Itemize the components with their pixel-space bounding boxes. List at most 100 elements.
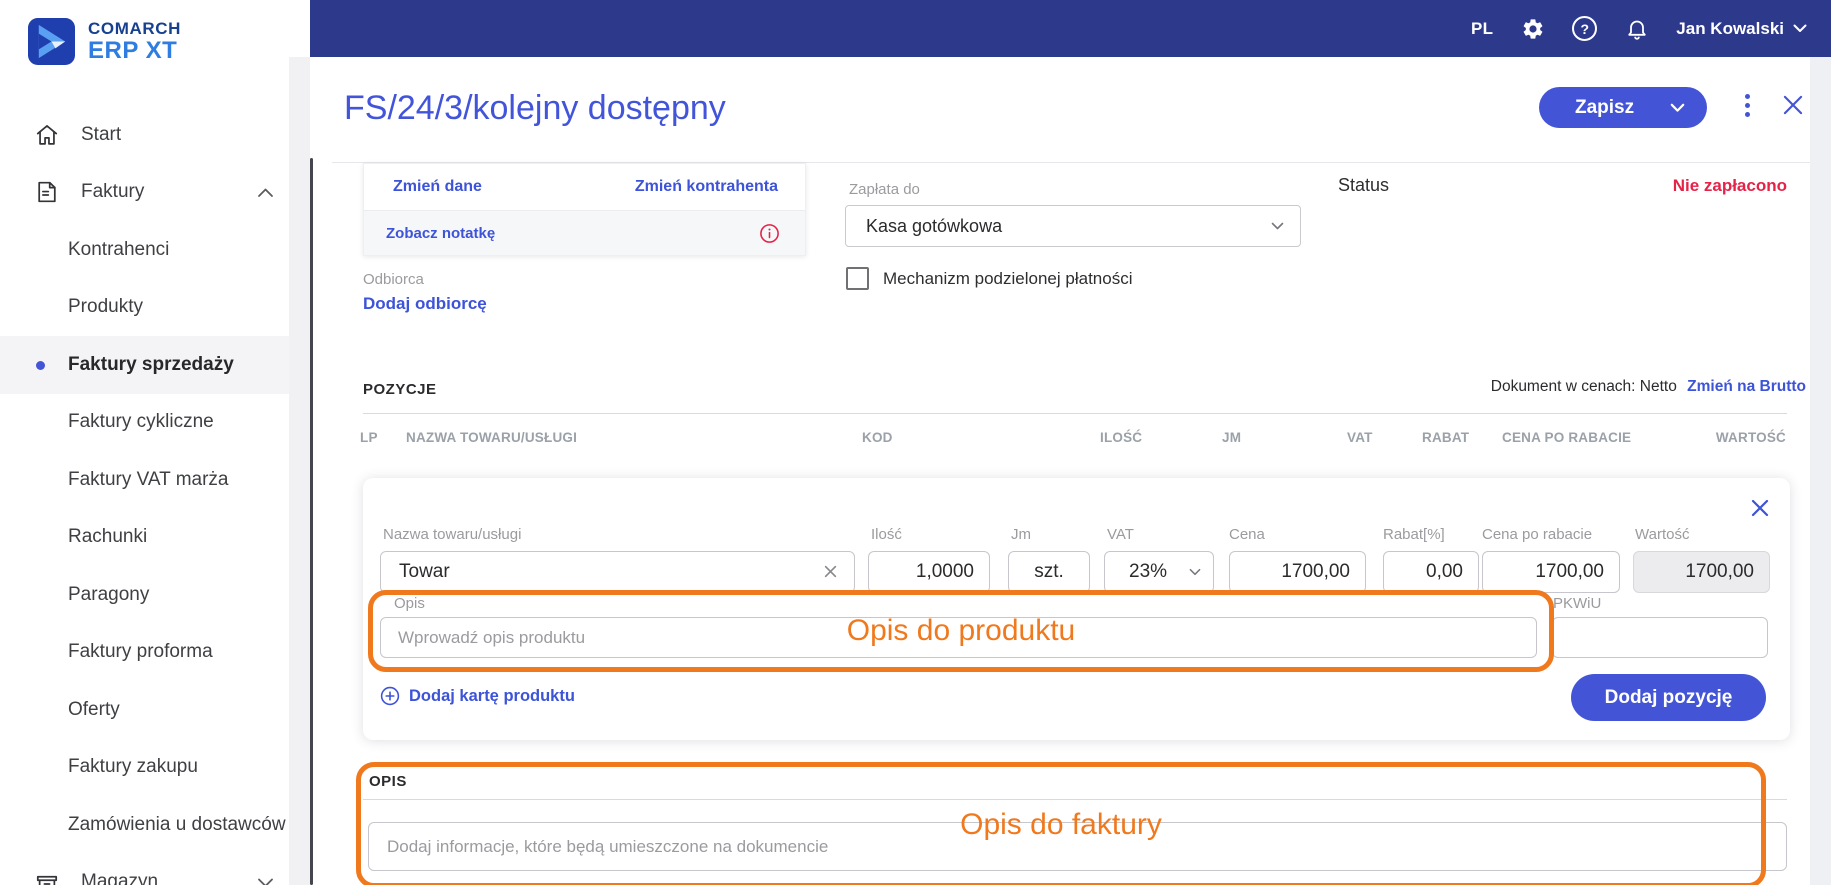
split-payment-label: Mechanizm podzielonej płatności [883,268,1133,288]
split-payment-row: Mechanizm podzielonej płatności [846,267,1132,290]
sidebar-item-label: Faktury zakupu [68,756,198,778]
price-input[interactable] [1229,551,1366,593]
help-icon[interactable] [1572,16,1598,41]
sidebar-item-magazyn[interactable]: Magazyn [0,854,290,885]
col-vat: VAT [1347,430,1373,445]
col-kod: KOD [862,430,893,445]
status-label: Status [1338,175,1390,195]
pkwiu-label: PKWiU [1553,595,1602,612]
user-menu[interactable]: Jan Kowalski [1676,19,1807,39]
chevron-up-icon[interactable] [257,187,274,198]
sidebar-item-faktury[interactable]: Faktury [0,164,290,222]
sidebar-nav: Start Faktury Kontrahenci Produkty Faktu… [0,106,290,885]
col-rabat: RABAT [1422,430,1470,445]
comarch-logo-icon [28,18,75,65]
qty-label: Ilość [871,526,902,543]
description-heading: OPIS [369,773,407,790]
quantity-input[interactable] [868,551,990,593]
active-item-dot [36,360,45,370]
status-badge: Nie zapłacono [1672,176,1787,195]
main-scrollbar-track [1810,57,1831,885]
close-icon[interactable] [1748,496,1772,520]
chevron-down-icon [1189,568,1201,576]
sidebar-item-produkty[interactable]: Produkty [0,279,290,337]
user-name: Jan Kowalski [1676,18,1784,38]
sidebar-item-label: Faktury cykliczne [68,411,214,433]
add-product-card-link[interactable]: Dodaj kartę produktu [380,686,575,706]
contractor-card: Zmień dane Zmień kontrahenta Zobacz nota… [363,163,806,256]
add-position-button[interactable]: Dodaj pozycję [1571,674,1766,721]
sidebar-item-zamowienia-u-dostawcow[interactable]: Zamówienia u dostawców [0,796,290,854]
sidebar-item-faktury-sprzedazy[interactable]: Faktury sprzedaży [0,336,290,394]
item-entry-card: Nazwa towaru/usługi Ilość Jm VAT Cena Ra… [363,478,1790,740]
circle-plus-icon [380,686,400,706]
gear-icon[interactable] [1520,16,1545,41]
change-to-gross-link[interactable]: Zmień na Brutto [1687,378,1806,395]
add-recipient-link[interactable]: Dodaj odbiorcę [363,294,487,314]
price-label: Cena [1229,526,1265,543]
unit-input[interactable] [1008,551,1090,593]
sidebar-item-oferty[interactable]: Oferty [0,681,290,739]
add-position-label: Dodaj pozycję [1604,686,1733,708]
app-window: PL Jan Kowalski COMARCH ERP XT [0,0,1831,885]
payment-due-value: Kasa gotówkowa [866,215,1003,236]
chevron-down-icon [1271,222,1284,230]
sidebar-item-label: Faktury proforma [68,641,213,663]
pkwiu-input[interactable] [1552,617,1768,658]
sidebar-item-start[interactable]: Start [0,106,290,164]
clear-icon[interactable] [823,564,838,579]
sidebar-item-kontrahenci[interactable]: Kontrahenci [0,221,290,279]
price-after-discount-input[interactable] [1482,551,1620,593]
product-name-input[interactable] [380,551,855,593]
discount-label: Rabat[%] [1383,526,1445,543]
language-selector[interactable]: PL [1471,19,1493,39]
sidebar-item-faktury-proforma[interactable]: Faktury proforma [0,624,290,682]
kebab-menu-icon[interactable] [1737,94,1757,124]
chevron-down-icon[interactable] [257,877,274,885]
product-desc-input[interactable] [380,617,1537,658]
discount-input[interactable] [1383,551,1479,593]
change-contractor-link[interactable]: Zmień kontrahenta [635,178,778,196]
topbar: PL Jan Kowalski [310,0,1831,57]
positions-divider [363,413,1787,414]
sidebar-item-label: Faktury sprzedaży [68,353,234,375]
comarch-logo[interactable]: COMARCH ERP XT [28,18,181,65]
col-lp: LP [360,430,378,445]
see-note-link[interactable]: Zobacz notatkę [386,225,495,242]
split-payment-checkbox[interactable] [846,267,869,290]
sidebar-scrollbar-thumb[interactable] [310,158,313,885]
description-divider [363,799,1787,800]
vat-select[interactable]: 23% [1104,551,1214,593]
sidebar-item-faktury-vat-marza[interactable]: Faktury VAT marża [0,451,290,509]
positions-heading: POZYCJE [363,381,437,398]
info-icon[interactable] [759,223,780,244]
sidebar-item-rachunki[interactable]: Rachunki [0,509,290,567]
col-wartosc: WARTOŚĆ [1715,430,1786,445]
invoice-description-input[interactable] [368,822,1787,871]
document-pricing: Dokument w cenach: Netto Zmień na Brutto [1491,378,1806,396]
close-icon[interactable] [1779,91,1809,121]
sidebar-item-paragony[interactable]: Paragony [0,566,290,624]
sidebar-item-faktury-cykliczne[interactable]: Faktury cykliczne [0,394,290,452]
payment-due-select[interactable]: Kasa gotówkowa [845,205,1301,247]
sidebar-item-label: Rachunki [68,526,148,548]
logo-product: ERP XT [88,37,178,64]
col-jm: JM [1222,430,1242,445]
col-ilosc: ILOŚĆ [1100,430,1143,445]
bell-icon[interactable] [1624,16,1649,41]
invoice-icon [34,179,60,205]
sidebar-item-label: Faktury [81,181,145,203]
unit-label: Jm [1011,526,1031,543]
change-data-link[interactable]: Zmień dane [393,178,482,196]
sidebar-item-label: Zamówienia u dostawców [68,813,286,835]
recipient-label: Odbiorca [363,271,424,288]
sidebar-item-label: Paragony [68,583,150,605]
price-after-label: Cena po rabacie [1482,526,1593,543]
sidebar-item-faktury-zakupu[interactable]: Faktury zakupu [0,739,290,797]
col-cena-po-rabacie: CENA PO RABACIE [1502,430,1632,445]
payment-due-label: Zapłata do [849,181,920,198]
save-button[interactable]: Zapisz [1539,87,1707,128]
value-input-disabled [1633,551,1770,593]
chevron-down-icon [1793,24,1807,32]
sidebar-item-label: Faktury VAT marża [68,468,229,490]
